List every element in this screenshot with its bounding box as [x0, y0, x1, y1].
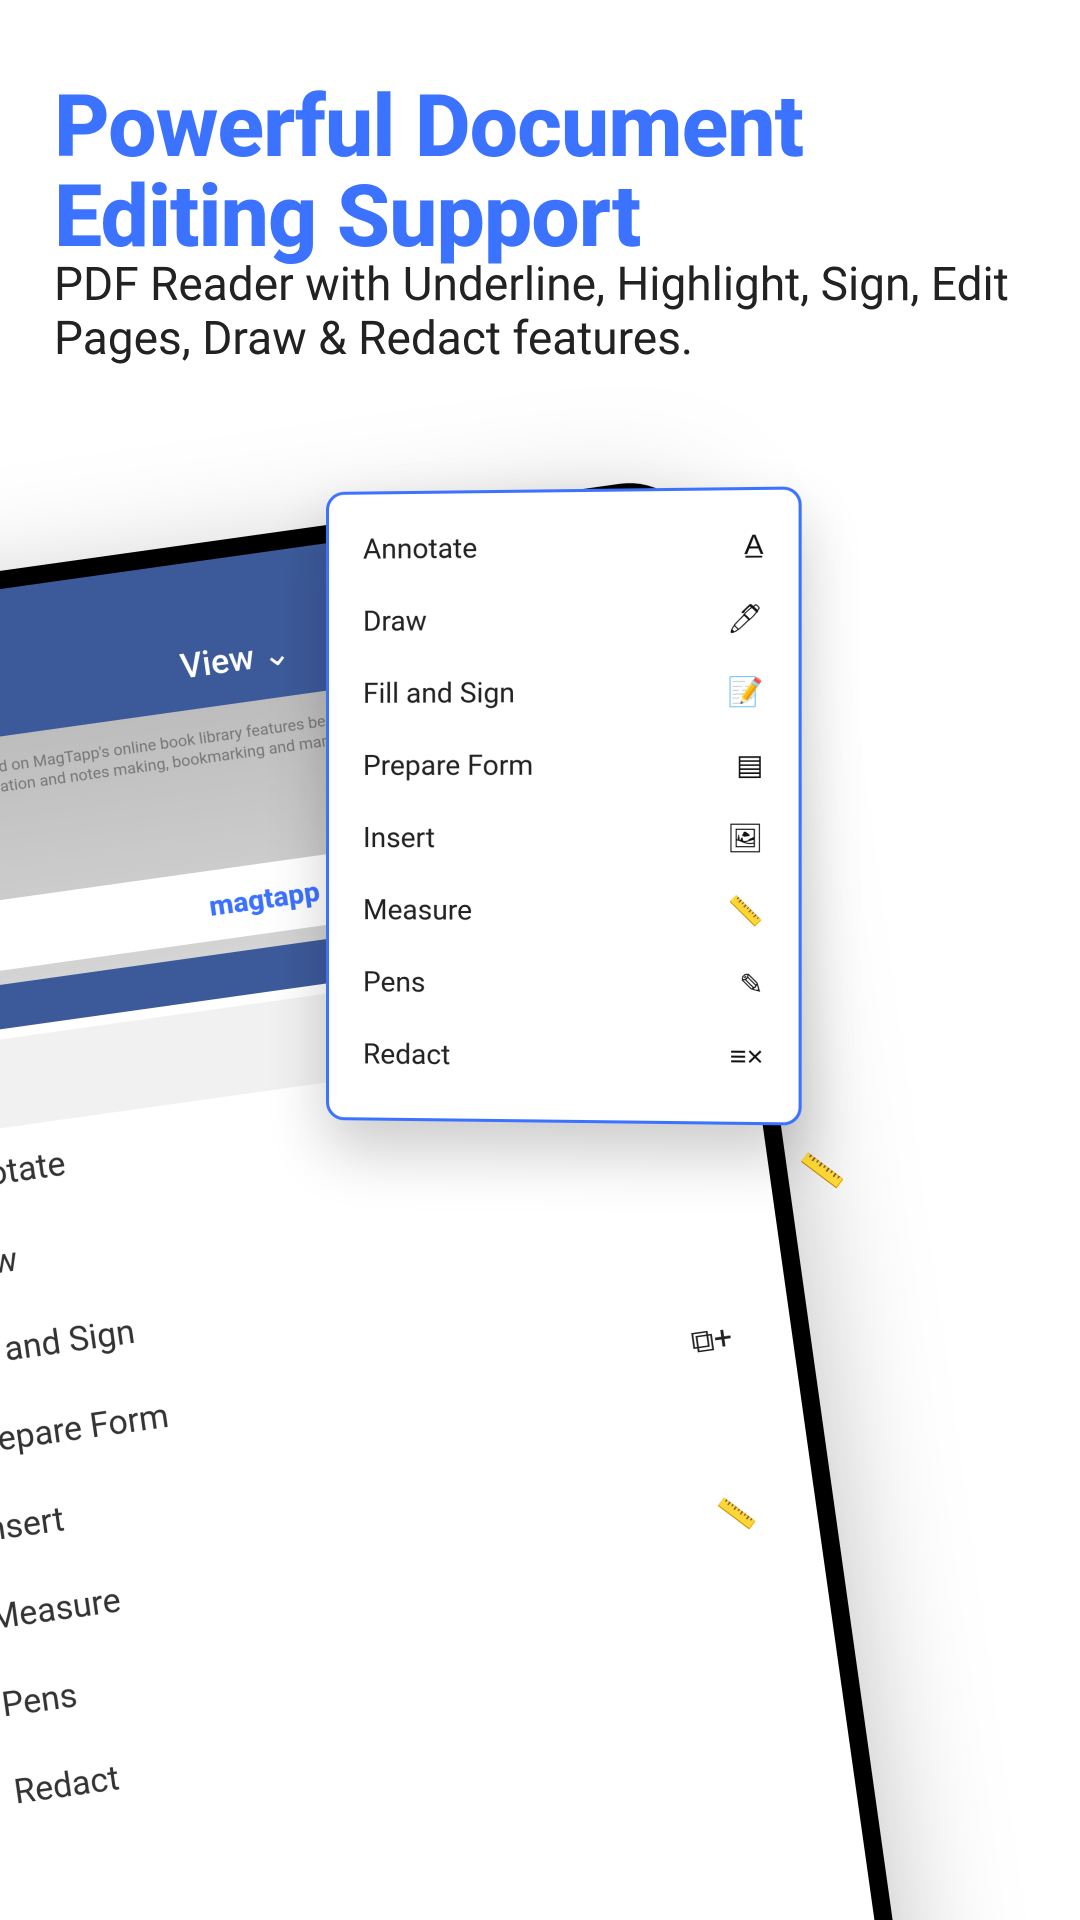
popup-item-annotate[interactable]: Annotate A̲ [329, 508, 799, 585]
page-title: Powerful Document Editing Support [54, 82, 1026, 263]
form-icon: ▤ [736, 748, 763, 782]
popup-item-label: Fill and Sign [363, 675, 728, 710]
chevron-down-icon: ⌄ [260, 632, 294, 676]
pen-icon: ✎ [739, 967, 763, 1001]
popup-item-label: Redact [363, 1037, 730, 1074]
underline-a-icon: A̲ [744, 529, 763, 562]
appbar-title-text: View [178, 638, 257, 688]
popup-item-label: Pens [363, 965, 739, 1001]
ruler-icon: 📏 [714, 1492, 759, 1535]
popup-item-prepare-form[interactable]: Prepare Form ▤ [329, 728, 799, 801]
shapes-icon: 🖊 [727, 601, 764, 635]
popup-item-label: Insert [363, 821, 727, 855]
sign-icon: 📝 [728, 674, 764, 708]
popup-item-fill-sign[interactable]: Fill and Sign 📝 [329, 654, 799, 729]
tools-popup: Annotate A̲ Draw 🖊 Fill and Sign 📝 Prepa… [326, 486, 802, 1125]
popup-item-redact[interactable]: Redact ≡× [329, 1017, 799, 1094]
ruler-icon: 📏 [797, 1147, 847, 1195]
redact-icon: ≡× [730, 1040, 764, 1073]
ruler-icon: 📏 [728, 894, 764, 928]
popup-item-insert[interactable]: Insert 🖼 [329, 801, 799, 874]
popup-item-label: Prepare Form [363, 748, 736, 782]
popup-item-label: Annotate [363, 528, 744, 565]
popup-item-measure[interactable]: Measure 📏 [329, 873, 799, 947]
popup-item-label: Draw [363, 601, 727, 637]
image-plus-icon: ⧉+ [688, 1317, 734, 1361]
popup-item-draw[interactable]: Draw 🖊 [329, 581, 799, 657]
page-subtitle: PDF Reader with Underline, Highlight, Si… [54, 258, 1026, 367]
image-plus-icon: 🖼 [727, 821, 764, 855]
popup-item-pens[interactable]: Pens ✎ [329, 945, 799, 1021]
popup-item-label: Measure [363, 893, 728, 928]
